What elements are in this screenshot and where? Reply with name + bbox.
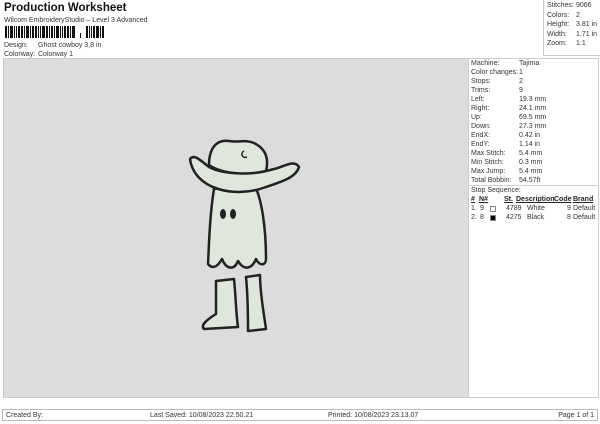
detail-value: 0.42 in: [519, 132, 541, 139]
last-saved: Last Saved: 10/08/2023 22.50.21: [150, 412, 254, 419]
boot-left: [201, 277, 240, 331]
detail-value: 5.4 mm: [519, 168, 543, 175]
detail-row: EndY: 1.14 in: [471, 141, 540, 148]
stop-desc: Black: [527, 214, 545, 221]
detail-row: Left: 19.3 mm: [471, 96, 546, 103]
stop-num: 1.: [471, 205, 477, 212]
colorway-value: Colorway 1: [38, 51, 74, 58]
col-stitches: St.: [504, 196, 513, 203]
stop-st: 4275: [506, 214, 522, 221]
stop-n: 8: [480, 214, 484, 221]
col-description: Description: [516, 196, 555, 203]
color-swatch: [490, 206, 496, 212]
detail-label: EndX:: [471, 132, 491, 139]
design-preview: [3, 58, 469, 398]
summary-label: Colors:: [547, 11, 570, 19]
summary-label: Stitches:: [547, 2, 574, 9]
stop-sequence-title: Stop Sequence:: [471, 187, 521, 194]
detail-value: 1: [519, 69, 523, 76]
software-name: Wilcom EmbroideryStudio – Level 3 Advanc…: [4, 17, 148, 24]
created-by: Created By:: [6, 412, 43, 419]
detail-label: Up:: [471, 114, 482, 121]
detail-value: 0.3 mm: [519, 159, 543, 166]
detail-row: Max Jump: 5.4 mm: [471, 168, 542, 175]
barcode: [5, 26, 153, 38]
design-label: Design:: [4, 42, 28, 49]
detail-value: 9: [519, 87, 523, 94]
col-num: #: [471, 196, 475, 203]
detail-label: Stops:: [471, 78, 491, 85]
design-value: Ghost cowboy 3,8 in: [38, 42, 102, 49]
stop-code: 8: [567, 214, 571, 221]
info-panel: Machine: Tajima Color changes: 1 Stops: 2 Trim…: [469, 58, 599, 398]
stop-brand: Default: [573, 214, 596, 221]
detail-label: EndY:: [471, 141, 490, 148]
stop-st: 4789: [506, 205, 522, 212]
detail-value: 27.3 mm: [519, 123, 547, 130]
detail-value: 24.1 mm: [519, 105, 547, 112]
summary-value: 2: [576, 11, 580, 19]
summary-value: 1:1: [576, 40, 586, 47]
detail-row: Trims: 9: [471, 87, 523, 94]
detail-row: Down: 27.3 mm: [471, 123, 546, 130]
detail-label: Max Jump:: [471, 168, 506, 175]
summary-label: Height:: [547, 21, 570, 28]
stop-code: 9: [567, 205, 571, 212]
summary-label: Zoom:: [547, 40, 567, 47]
summary-label: Width:: [547, 30, 567, 38]
col-brand: Brand: [573, 196, 594, 203]
detail-value: 5.4 mm: [519, 150, 543, 157]
detail-value: Tajima: [519, 60, 540, 67]
col-needle: N#: [479, 196, 488, 203]
detail-row: Total Bobbin: 54.57ft: [471, 177, 540, 184]
detail-label: Total Bobbin:: [471, 177, 512, 184]
page-number: Page 1 of 1: [558, 412, 594, 419]
colorway-label: Colorway:: [4, 51, 36, 58]
hat-crown: [207, 139, 269, 175]
detail-label: Trims:: [471, 87, 491, 94]
stop-brand: Default: [573, 205, 596, 212]
summary-value: 9066: [576, 2, 592, 9]
detail-label: Left:: [471, 96, 485, 103]
detail-label: Color changes:: [471, 69, 519, 76]
detail-row: Min Stitch: 0.3 mm: [471, 159, 542, 166]
col-code: Code: [554, 196, 572, 203]
detail-label: Max Stitch:: [471, 150, 506, 157]
summary-box: Stitches: 9066 Colors: 2 Height: 3.81 in Width…: [543, 0, 600, 56]
stop-num: 2.: [471, 214, 477, 221]
printed: Printed: 10/08/2023 23.13.07: [328, 412, 419, 419]
detail-row: Up: 69.5 mm: [471, 114, 546, 121]
detail-row: Right: 24.1 mm: [471, 105, 546, 112]
detail-label: Min Stitch:: [471, 159, 504, 166]
detail-label: Right:: [471, 105, 490, 112]
detail-label: Down:: [471, 123, 491, 130]
detail-row: Machine: Tajima: [471, 60, 539, 67]
footer: Created By: Last Saved: 10/08/2023 22.50…: [2, 409, 598, 421]
page-title: Production Worksheet: [4, 2, 127, 14]
summary-value: 3.81 in: [576, 21, 598, 28]
summary-value: 1.71 in: [576, 30, 598, 38]
stop-n: 9: [480, 205, 484, 212]
stop-desc: White: [527, 205, 545, 212]
ghost-body: [206, 182, 268, 269]
detail-value: 19.3 mm: [519, 96, 547, 103]
detail-row: Color changes: 1: [471, 69, 523, 76]
detail-value: 69.5 mm: [519, 114, 547, 121]
boot-right: [244, 273, 268, 333]
ghost-cowboy-design: [188, 139, 301, 333]
detail-label: Machine:: [471, 60, 500, 67]
detail-value: 2: [519, 78, 523, 85]
color-swatch: [490, 215, 496, 221]
detail-row: EndX: 0.42 in: [471, 132, 540, 139]
detail-row: Max Stitch: 5.4 mm: [471, 150, 542, 157]
detail-value: 1.14 in: [519, 141, 541, 148]
detail-value: 54.57ft: [519, 177, 541, 184]
detail-row: Stops: 2: [471, 78, 523, 85]
